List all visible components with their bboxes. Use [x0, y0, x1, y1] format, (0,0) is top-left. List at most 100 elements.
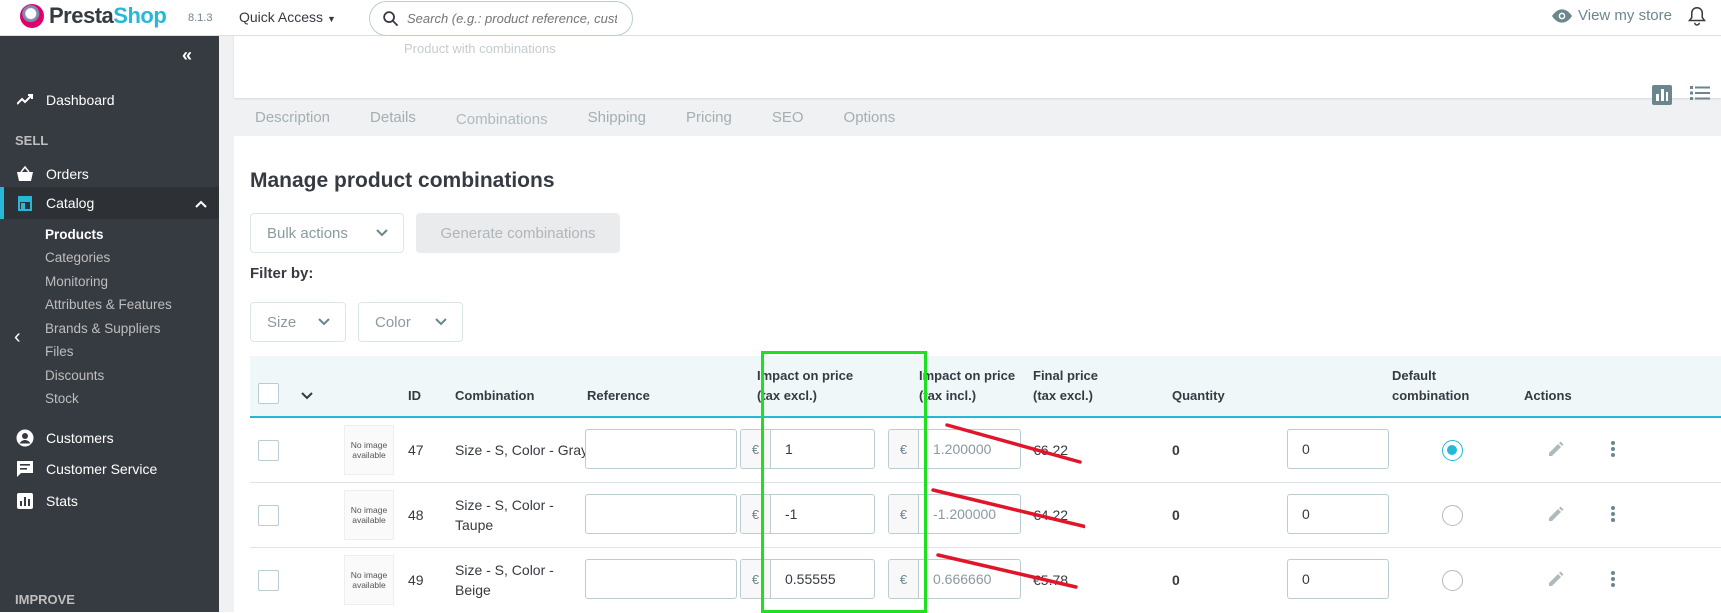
- collapse-sidebar-icon[interactable]: «: [182, 45, 192, 66]
- currency-label: €: [889, 560, 919, 598]
- impact-excl-field: €: [740, 559, 875, 599]
- row-checkbox[interactable]: [258, 570, 279, 591]
- brand-suffix: Shop: [113, 3, 167, 28]
- quick-access-dropdown[interactable]: Quick Access ▼: [239, 9, 336, 25]
- search-icon: [383, 11, 399, 27]
- sidebar-item-orders[interactable]: Orders: [0, 158, 219, 190]
- more-vertical-icon[interactable]: [1610, 505, 1616, 528]
- edit-pencil-icon[interactable]: [1547, 505, 1565, 528]
- sidebar-subitem-monitoring[interactable]: Monitoring: [45, 274, 108, 289]
- tab-description[interactable]: Description: [255, 98, 330, 138]
- bulk-actions-dropdown[interactable]: Bulk actions: [250, 213, 404, 253]
- quantity-value: 0: [1172, 442, 1180, 458]
- search-box[interactable]: [369, 1, 633, 36]
- generate-combinations-button[interactable]: Generate combinations: [416, 213, 620, 253]
- sell-section-heading: SELL: [15, 133, 49, 148]
- row-checkbox[interactable]: [258, 440, 279, 461]
- chevron-left-icon[interactable]: ‹: [14, 326, 21, 349]
- currency-label: €: [741, 430, 771, 468]
- filter-size-dropdown[interactable]: Size: [250, 302, 346, 342]
- quick-access-label: Quick Access: [239, 9, 324, 25]
- sidebar-subitem-brands-suppliers[interactable]: Brands & Suppliers: [45, 321, 161, 336]
- quantity-value: 0: [1172, 507, 1180, 523]
- sidebar-item-customer-service[interactable]: Customer Service: [0, 453, 219, 485]
- select-all-checkbox[interactable]: [258, 383, 279, 404]
- tab-pricing[interactable]: Pricing: [686, 98, 732, 138]
- sidebar-item-label: Catalog: [46, 195, 95, 211]
- tab-shipping[interactable]: Shipping: [588, 98, 646, 138]
- tab-options[interactable]: Options: [844, 98, 896, 138]
- table-header: ID Combination Reference Impact on price…: [250, 356, 1721, 418]
- chevron-down-icon: [317, 314, 331, 332]
- reference-input[interactable]: [585, 559, 737, 599]
- impact-incl-input[interactable]: [919, 495, 1019, 533]
- tab-seo[interactable]: SEO: [772, 98, 804, 138]
- sidebar-item-label: Dashboard: [46, 92, 115, 108]
- sidebar-item-stats[interactable]: Stats: [0, 485, 219, 517]
- more-vertical-icon[interactable]: [1610, 440, 1616, 463]
- prestashop-logo[interactable]: PrestaShop: [20, 3, 167, 29]
- sidebar-subitem-attributes-features[interactable]: Attributes & Features: [45, 297, 172, 312]
- quantity-input[interactable]: [1287, 429, 1389, 469]
- quantity-value: 0: [1172, 572, 1180, 588]
- currency-label: €: [889, 495, 919, 533]
- column-header-reference: Reference: [587, 388, 650, 403]
- user-circle-icon: [16, 429, 34, 447]
- combinations-card: Manage product combinations Bulk actions…: [234, 136, 1721, 612]
- table-row: No image available 49 Size - S, Color - …: [250, 548, 1721, 612]
- shopping-basket-icon: [16, 165, 34, 183]
- reference-input[interactable]: [585, 429, 737, 469]
- sidebar-subitem-products[interactable]: Products: [45, 227, 104, 242]
- impact-incl-input[interactable]: [919, 430, 1019, 468]
- combination-name: Size - S, Color - Beige: [455, 562, 554, 598]
- bar-chart-icon: [16, 492, 34, 510]
- no-image-thumbnail: No image available: [344, 425, 394, 475]
- default-combination-radio[interactable]: [1442, 505, 1463, 526]
- row-checkbox[interactable]: [258, 505, 279, 526]
- sidebar-subitem-stock[interactable]: Stock: [45, 391, 79, 406]
- column-header-impact-excl: Impact on price (tax excl.): [757, 368, 854, 403]
- impact-excl-input[interactable]: [771, 495, 871, 533]
- improve-section-heading: IMPROVE: [15, 592, 75, 607]
- combination-name: Size - S, Color - Gray: [455, 442, 589, 458]
- view-my-store-link[interactable]: View my store: [1552, 7, 1672, 24]
- view-store-label: View my store: [1578, 7, 1672, 24]
- notifications-bell-icon[interactable]: [1688, 6, 1706, 31]
- tab-details[interactable]: Details: [370, 98, 416, 138]
- impact-excl-input[interactable]: [771, 560, 871, 598]
- filter-color-dropdown[interactable]: Color: [358, 302, 463, 342]
- sidebar-subitem-categories[interactable]: Categories: [45, 250, 110, 265]
- edit-pencil-icon[interactable]: [1547, 440, 1565, 463]
- combination-id: 49: [408, 572, 424, 588]
- impact-incl-field: €: [888, 429, 1021, 469]
- column-header-impact-incl: Impact on price (tax incl.): [919, 368, 1016, 403]
- reference-input[interactable]: [585, 494, 737, 534]
- sidebar-subitem-files[interactable]: Files: [45, 344, 74, 359]
- final-price: €4.22: [1033, 507, 1069, 523]
- edit-pencil-icon[interactable]: [1547, 570, 1565, 593]
- table-row: No image available 48 Size - S, Color - …: [250, 483, 1721, 548]
- chevron-down-icon[interactable]: [300, 388, 314, 406]
- sidebar-item-customers[interactable]: Customers: [0, 422, 219, 454]
- tab-combinations[interactable]: Combinations: [456, 100, 548, 138]
- impact-excl-input[interactable]: [771, 430, 871, 468]
- sidebar-subitem-discounts[interactable]: Discounts: [45, 368, 104, 383]
- sidebar-item-dashboard[interactable]: Dashboard: [0, 84, 219, 116]
- trending-up-icon: [16, 91, 34, 109]
- store-icon: [16, 194, 34, 212]
- impact-incl-input[interactable]: [919, 560, 1019, 598]
- list-view-icon[interactable]: [1690, 85, 1710, 110]
- more-vertical-icon[interactable]: [1610, 570, 1616, 593]
- search-input[interactable]: [407, 11, 617, 26]
- no-image-thumbnail: No image available: [344, 490, 394, 540]
- quantity-input[interactable]: [1287, 494, 1389, 534]
- quantity-input[interactable]: [1287, 559, 1389, 599]
- column-header-quantity: Quantity: [1172, 388, 1225, 403]
- column-header-actions: Actions: [1524, 388, 1572, 403]
- default-combination-radio[interactable]: [1442, 440, 1463, 461]
- sidebar-item-catalog[interactable]: Catalog: [0, 187, 219, 219]
- default-combination-radio[interactable]: [1442, 570, 1463, 591]
- stats-view-icon[interactable]: [1652, 85, 1672, 110]
- brand-prefix: Presta: [49, 3, 114, 28]
- bulk-actions-label: Bulk actions: [267, 224, 348, 242]
